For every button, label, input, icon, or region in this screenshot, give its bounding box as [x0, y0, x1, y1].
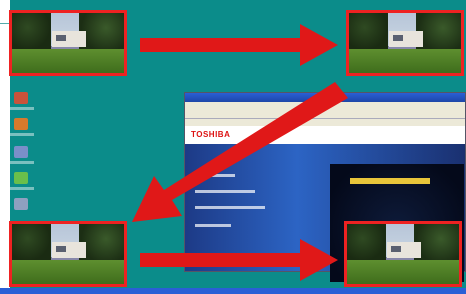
recycle-bin-icon[interactable]	[14, 92, 28, 104]
folder-icon[interactable]	[14, 198, 28, 210]
thumbnail-top-right	[346, 10, 464, 76]
network-icon[interactable]	[14, 172, 28, 184]
arrow-right-top-icon	[140, 24, 338, 66]
arrow-diagonal-icon	[132, 82, 348, 222]
icon-label	[10, 187, 34, 190]
arrow-right-bottom-icon	[140, 239, 338, 281]
thumbnail-bottom-left	[9, 221, 127, 287]
taskbar[interactable]	[0, 288, 466, 294]
icon-label	[10, 133, 34, 136]
icon-label	[10, 161, 34, 164]
icon-label	[10, 107, 34, 110]
computer-icon[interactable]	[14, 146, 28, 158]
document-icon[interactable]	[14, 118, 28, 130]
thumbnail-top-left	[9, 10, 127, 76]
feature-headline	[350, 178, 430, 184]
thumbnail-bottom-right	[344, 221, 462, 287]
